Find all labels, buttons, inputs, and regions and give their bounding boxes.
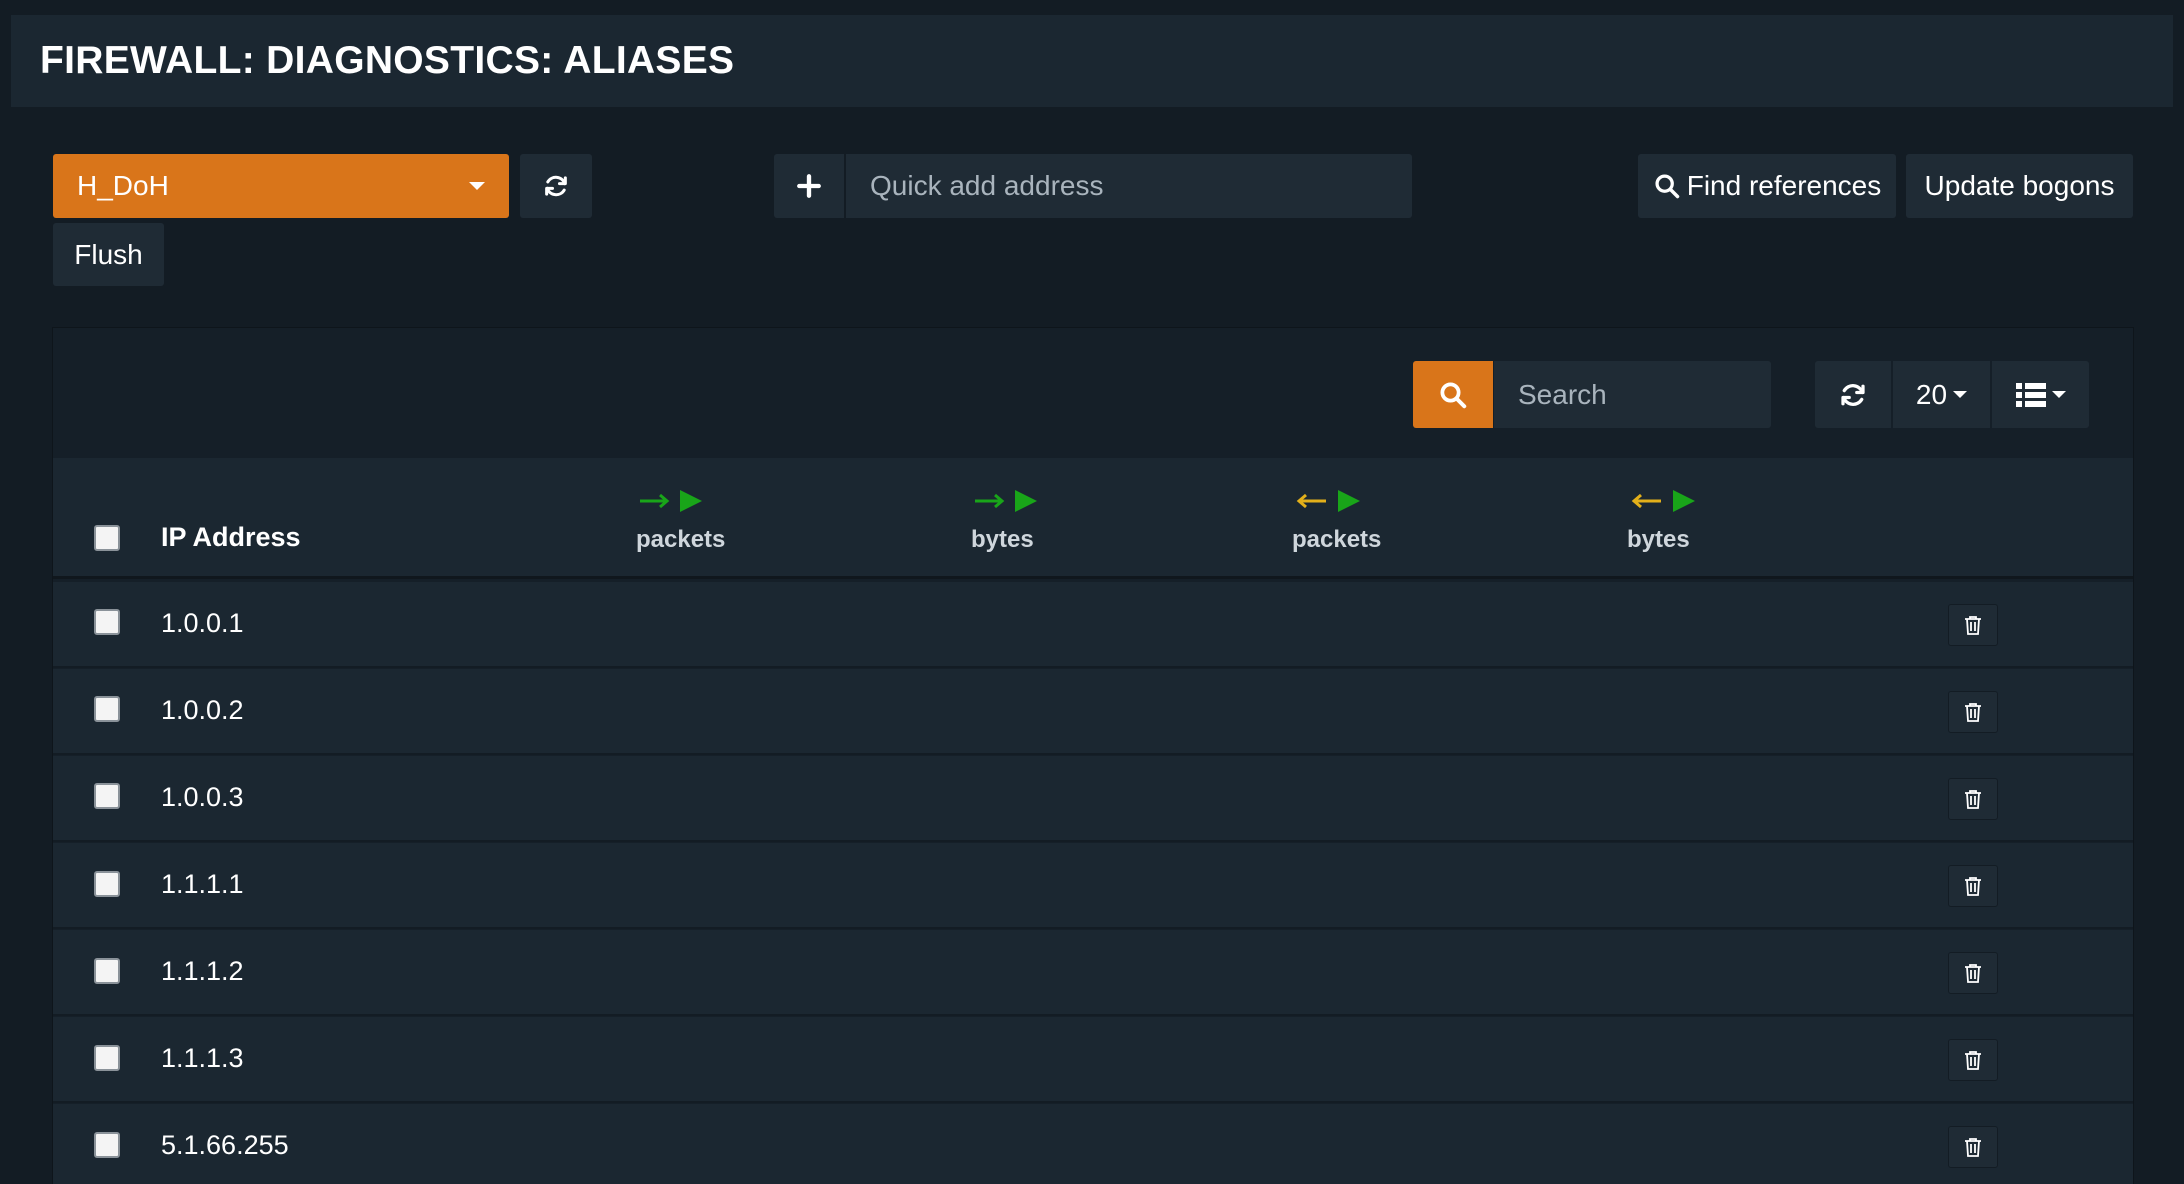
arrow-left-icon [1631,490,1695,512]
find-references-label: Find references [1686,170,1882,201]
page-size-value: 20 [1915,378,1948,410]
grid-search-button[interactable] [1413,361,1493,428]
quick-add-input[interactable] [846,154,1412,218]
refresh-icon [545,175,567,197]
row-checkbox[interactable] [94,1132,120,1158]
arrow-left-icon [1296,490,1360,512]
add-address-button[interactable] [774,154,846,218]
chevron-down-icon [2051,391,2066,398]
delete-button[interactable] [1948,952,1998,994]
page-size-dropdown[interactable]: 20 [1893,361,1990,428]
flush-button[interactable]: Flush [53,223,164,286]
page-title: FIREWALL: DIAGNOSTICS: ALIASES [40,39,735,82]
table-row: 1.1.1.1 [53,843,2133,929]
column-header-out-packets[interactable]: packets [1292,526,1381,554]
row-checkbox[interactable] [94,958,120,984]
column-header-in-bytes[interactable]: bytes [971,526,1034,554]
arrow-right-icon [640,490,702,512]
trash-icon [1965,790,1981,809]
ip-address-cell: 1.0.0.1 [161,608,244,638]
trash-icon [1965,964,1981,983]
search-icon [1655,174,1679,199]
delete-button[interactable] [1948,865,1998,907]
quick-add-group [774,154,1412,218]
table-row: 1.0.0.3 [53,756,2133,842]
ip-address-cell: 5.1.66.255 [161,1130,289,1160]
trash-icon [1965,703,1981,722]
row-checkbox[interactable] [94,1045,120,1071]
table-row: 1.0.0.2 [53,669,2133,755]
delete-button[interactable] [1948,1039,1998,1081]
trash-icon [1965,1051,1981,1070]
grid-refresh-button[interactable] [1815,361,1891,428]
table-row: 1.0.0.1 [53,582,2133,668]
update-bogons-label: Update bogons [1924,170,2115,201]
column-header-ip-address[interactable]: IP Address [161,522,301,553]
table-row: 5.1.66.255 [53,1104,2133,1184]
refresh-icon [1841,383,1865,406]
row-checkbox[interactable] [94,783,120,809]
ip-address-cell: 1.0.0.2 [161,695,244,725]
ip-address-cell: 1.1.1.2 [161,956,244,986]
row-checkbox[interactable] [94,609,120,635]
chevron-down-icon [469,182,485,190]
plus-icon [797,174,821,198]
ip-address-cell: 1.1.1.1 [161,869,244,899]
delete-button[interactable] [1948,691,1998,733]
column-header-in-packets[interactable]: packets [636,526,725,554]
find-references-button[interactable]: Find references [1638,154,1896,218]
title-bar: FIREWALL: DIAGNOSTICS: ALIASES [11,15,2173,107]
arrow-right-icon [975,490,1037,512]
refresh-alias-button[interactable] [520,154,592,218]
row-checkbox[interactable] [94,696,120,722]
delete-button[interactable] [1948,778,1998,820]
delete-button[interactable] [1948,604,1998,646]
ip-address-cell: 1.1.1.3 [161,1043,244,1073]
page: FIREWALL: DIAGNOSTICS: ALIASES H_DoH Flu… [0,0,2184,1184]
alias-select[interactable]: H_DoH [53,154,509,218]
ip-address-cell: 1.0.0.3 [161,782,244,812]
table-header: IP Address packets bytes packets bytes [53,458,2133,579]
table-row: 1.1.1.3 [53,1017,2133,1103]
columns-dropdown[interactable] [1992,361,2089,428]
chevron-down-icon [1953,391,1968,398]
row-checkbox[interactable] [94,871,120,897]
search-icon [1440,382,1467,408]
trash-icon [1965,877,1981,896]
flush-button-label: Flush [74,238,143,270]
select-all-checkbox[interactable] [94,525,120,551]
column-header-out-bytes[interactable]: bytes [1627,526,1690,554]
delete-button[interactable] [1948,1126,1998,1168]
list-icon [2015,382,2046,407]
grid-search-input[interactable] [1494,361,1771,428]
trash-icon [1965,616,1981,635]
alias-select-value: H_DoH [77,170,169,201]
update-bogons-button[interactable]: Update bogons [1906,154,2133,218]
table-row: 1.1.1.2 [53,930,2133,1016]
trash-icon [1965,1138,1981,1157]
